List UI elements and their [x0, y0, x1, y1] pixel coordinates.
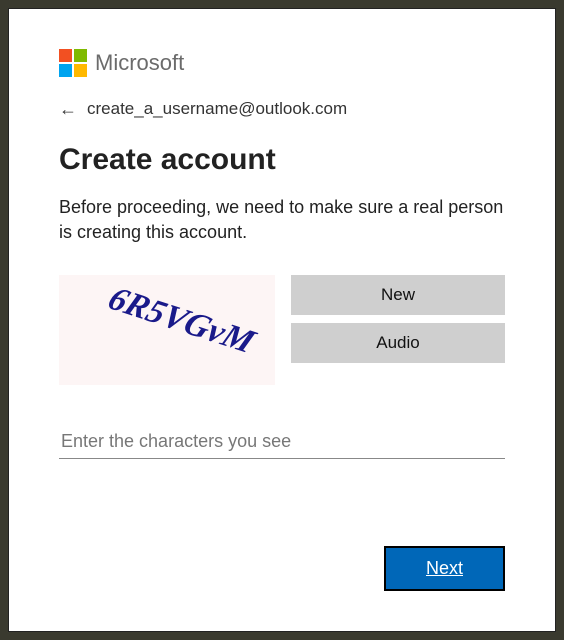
captcha-image: 6R5VGvM: [59, 275, 275, 385]
footer-actions: Next: [384, 546, 505, 591]
captcha-input[interactable]: [59, 425, 505, 459]
captcha-controls: New Audio: [291, 275, 505, 385]
page-title: Create account: [59, 143, 505, 177]
signup-card: Microsoft ← create_a_username@outlook.co…: [8, 8, 556, 632]
captcha-text: 6R5VGvM: [102, 281, 262, 361]
identity-email: create_a_username@outlook.com: [87, 99, 347, 119]
next-button[interactable]: Next: [384, 546, 505, 591]
identity-row: ← create_a_username@outlook.com: [59, 99, 505, 119]
new-captcha-button[interactable]: New: [291, 275, 505, 315]
page-description: Before proceeding, we need to make sure …: [59, 195, 505, 245]
brand-header: Microsoft: [59, 49, 505, 77]
back-arrow-icon[interactable]: ←: [59, 100, 77, 118]
captcha-section: 6R5VGvM New Audio: [59, 275, 505, 385]
microsoft-logo-icon: [59, 49, 87, 77]
brand-name: Microsoft: [95, 50, 184, 76]
audio-captcha-button[interactable]: Audio: [291, 323, 505, 363]
